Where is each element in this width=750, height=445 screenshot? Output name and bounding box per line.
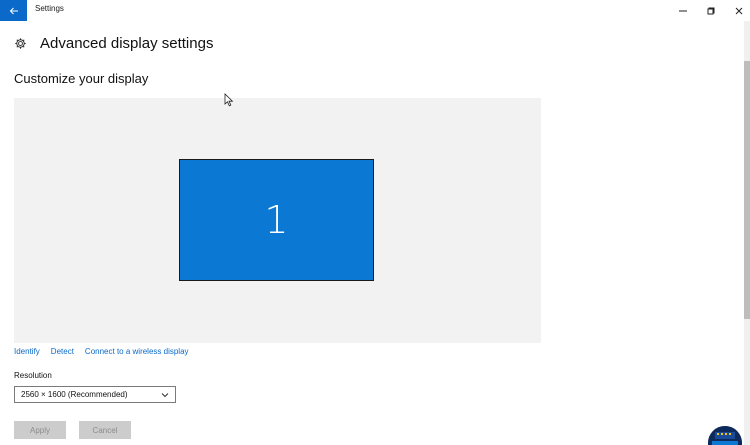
resolution-label: Resolution bbox=[14, 371, 52, 380]
vertical-scrollbar[interactable] bbox=[744, 21, 750, 445]
restore-button[interactable] bbox=[696, 0, 726, 21]
resolution-value: 2560 × 1600 (Recommended) bbox=[21, 390, 128, 399]
settings-window: Settings Advanced display settings Custo… bbox=[0, 0, 750, 445]
back-button[interactable] bbox=[0, 0, 27, 21]
watermark-logo-icon bbox=[708, 426, 742, 445]
minimize-button[interactable] bbox=[668, 0, 698, 21]
window-title: Settings bbox=[35, 4, 64, 13]
restore-icon bbox=[707, 7, 715, 14]
chevron-down-icon bbox=[161, 393, 169, 398]
gear-icon bbox=[15, 37, 26, 49]
close-button[interactable] bbox=[724, 0, 750, 21]
page-title: Advanced display settings bbox=[40, 34, 214, 52]
logo-graphic bbox=[708, 426, 742, 445]
connect-wireless-display-link[interactable]: Connect to a wireless display bbox=[85, 347, 189, 356]
display-links: Identify Detect Connect to a wireless di… bbox=[14, 347, 200, 356]
page-header: Advanced display settings bbox=[14, 33, 213, 53]
apply-button[interactable]: Apply bbox=[14, 421, 66, 439]
detect-link[interactable]: Detect bbox=[51, 347, 74, 356]
back-arrow-icon bbox=[9, 7, 18, 14]
section-title: Customize your display bbox=[14, 71, 149, 86]
monitor-1[interactable]: 1 bbox=[179, 159, 374, 281]
close-icon bbox=[735, 7, 743, 14]
monitor-number: 1 bbox=[264, 198, 289, 242]
display-layout-area[interactable]: 1 bbox=[14, 98, 541, 343]
mouse-cursor-icon bbox=[224, 93, 234, 107]
scrollbar-thumb[interactable] bbox=[744, 61, 750, 319]
title-bar: Settings bbox=[0, 0, 750, 21]
minimize-icon bbox=[679, 10, 687, 11]
identify-link[interactable]: Identify bbox=[14, 347, 40, 356]
cancel-button[interactable]: Cancel bbox=[79, 421, 131, 439]
resolution-dropdown[interactable]: 2560 × 1600 (Recommended) bbox=[14, 386, 176, 403]
